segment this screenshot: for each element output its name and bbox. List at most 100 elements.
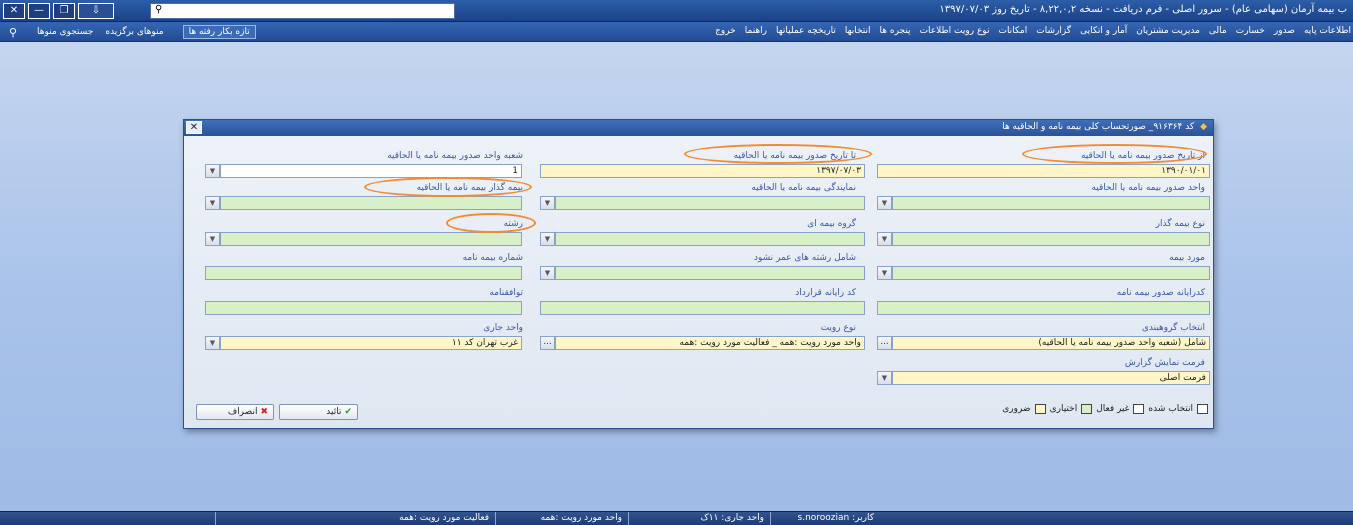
insurance-subject-label: مورد بیمه	[1169, 253, 1205, 263]
status-bar: کاربر: s.noroozian واحد جاری: ۱۱ک واحد م…	[0, 511, 1353, 525]
menu-item-statistics[interactable]: آمار و اتکایی	[1080, 26, 1127, 36]
chevron-down-icon: ▼	[881, 235, 888, 243]
report-icon: ◆	[1200, 122, 1207, 132]
agreement-input[interactable]	[205, 301, 522, 315]
policyholder-type-input[interactable]	[892, 232, 1210, 246]
report-format-label: فرمت نمایش گزارش	[1124, 358, 1205, 368]
issuer-branch-label: شعبه واحد صدور بیمه نامه یا الحاقیه	[387, 151, 523, 161]
contract-code-label: کد رایانه قرارداد	[795, 288, 856, 298]
window-close-button[interactable]: ✕	[3, 3, 25, 19]
from-date-label: از تاریخ صدور بیمه نامه یا الحاقیه	[1080, 151, 1205, 161]
view-type-label: نوع رویت	[820, 323, 856, 333]
menu-item-selections[interactable]: انتخابها	[845, 26, 871, 36]
line-dropdown[interactable]: ▼	[205, 232, 220, 246]
issuing-unit-label: واحد صدور بیمه نامه یا الحاقیه	[1091, 183, 1205, 193]
legend-optional: اختیاری	[1050, 404, 1093, 414]
dialog-close-button[interactable]: ✕	[186, 121, 202, 134]
window-minimize-button[interactable]: —	[28, 3, 50, 19]
issuing-unit-input[interactable]	[892, 196, 1210, 210]
current-unit-dropdown[interactable]: ▼	[205, 336, 220, 350]
issue-code-input[interactable]	[877, 301, 1210, 315]
menu-left-group: ⚲ جستجوی منوها منوهای برگزیده تازه بکار …	[9, 25, 256, 39]
menu-item-financial[interactable]: مالی	[1209, 26, 1227, 36]
policyholder-type-label: نوع بیمه گذار	[1155, 219, 1205, 229]
legend-swatch-required	[1034, 404, 1046, 414]
menu-item-help[interactable]: راهنما	[745, 26, 767, 36]
from-date-input[interactable]: ۱۳۹۰/۰۱/۰۱	[877, 164, 1210, 178]
status-current-unit: واحد جاری: ۱۱ک	[628, 512, 770, 525]
excluded-lines-input[interactable]	[555, 266, 865, 280]
menu-bar: ⚲ جستجوی منوها منوهای برگزیده تازه بکار …	[0, 22, 1353, 42]
issuer-branch-dropdown[interactable]: ▼	[205, 164, 220, 178]
report-format-dropdown[interactable]: ▼	[877, 371, 892, 385]
report-dialog: ✕ ◆ کد ۹۱۶۳۶۴_ صورتحساب کلی بیمه نامه و …	[183, 119, 1214, 429]
status-activity: فعالیت مورد رویت :همه	[215, 512, 495, 525]
excluded-lines-dropdown[interactable]: ▼	[540, 266, 555, 280]
dialog-title: ◆ کد ۹۱۶۳۶۴_ صورتحساب کلی بیمه نامه و ال…	[1002, 122, 1207, 132]
menu-right-group: اطلاعات پایه صدور خسارت مالی مدیریت مشتر…	[715, 26, 1351, 36]
excluded-lines-label: شامل رشته های عمر نشود	[753, 253, 856, 263]
menu-item-search-menus[interactable]: جستجوی منوها	[34, 26, 96, 38]
menu-search-icon[interactable]: ⚲	[6, 25, 20, 40]
insurance-subject-input[interactable]	[892, 266, 1210, 280]
legend-label-inactive: غیر فعال	[1096, 404, 1130, 414]
menu-item-issuance[interactable]: صدور	[1274, 26, 1295, 36]
line-input[interactable]	[220, 232, 522, 246]
menu-item-exit[interactable]: خروج	[715, 26, 736, 36]
status-user: کاربر: s.noroozian	[770, 512, 880, 525]
title-search-input[interactable]: ⚲	[150, 3, 455, 19]
confirm-label: تائید	[326, 407, 342, 417]
legend-label-required: ضروری	[1002, 404, 1031, 414]
status-view-unit: واحد مورد رویت :همه	[495, 512, 628, 525]
insurance-group-label: گروه بیمه ای	[807, 219, 856, 229]
issuer-branch-input[interactable]: 1	[220, 164, 522, 178]
menu-item-view-type[interactable]: نوع رویت اطلاعات	[920, 26, 990, 36]
insurance-subject-dropdown[interactable]: ▼	[877, 266, 892, 280]
legend-selected: انتخاب شده	[1148, 404, 1208, 414]
menu-item-base-info[interactable]: اطلاعات پایه	[1304, 26, 1351, 36]
issuing-unit-dropdown[interactable]: ▼	[877, 196, 892, 210]
menu-item-crm[interactable]: مدیریت مشتریان	[1136, 26, 1200, 36]
window-title-bar: ✕ — ❐ ⇩ ⚲ ب بیمه آرمان (سهامی عام) - سرو…	[0, 0, 1353, 22]
window-restore-button[interactable]: ❐	[53, 3, 75, 19]
dialog-title-text: کد ۹۱۶۳۶۴_ صورتحساب کلی بیمه نامه و الحا…	[1002, 122, 1195, 132]
current-unit-label: واحد جاری	[483, 323, 523, 333]
check-icon: ✔	[344, 407, 352, 417]
chevron-down-icon: ▼	[209, 235, 216, 243]
menu-item-reports[interactable]: گزارشات	[1036, 26, 1071, 36]
window-controls: ✕ — ❐ ⇩	[3, 3, 114, 19]
window-pin-button[interactable]: ⇩	[78, 3, 114, 19]
cancel-button[interactable]: ✖انصراف	[196, 404, 274, 420]
to-date-input[interactable]: ۱۳۹۷/۰۷/۰۳	[540, 164, 865, 178]
policyholder-type-dropdown[interactable]: ▼	[877, 232, 892, 246]
menu-item-favorites[interactable]: منوهای برگزیده	[102, 26, 166, 38]
agency-dropdown[interactable]: ▼	[540, 196, 555, 210]
policy-number-input[interactable]	[205, 266, 522, 280]
chevron-down-icon: ▼	[544, 199, 551, 207]
policyholder-dropdown[interactable]: ▼	[205, 196, 220, 210]
grouping-picker-button[interactable]: ...	[877, 336, 892, 350]
issue-code-label: کدرایانه صدور بیمه نامه	[1116, 288, 1205, 298]
legend-required: ضروری	[1002, 404, 1046, 414]
legend-inactive: غیر فعال	[1096, 404, 1145, 414]
menu-item-windows[interactable]: پنجره ها	[880, 26, 911, 36]
report-format-input[interactable]: فرمت اصلی	[892, 371, 1210, 385]
view-type-picker-button[interactable]: ...	[540, 336, 555, 350]
to-date-label: تا تاریخ صدور بیمه نامه یا الحاقیه	[733, 151, 856, 161]
menu-item-recent[interactable]: تازه بکار رفته ها	[182, 25, 256, 39]
agency-input[interactable]	[555, 196, 865, 210]
insurance-group-input[interactable]	[555, 232, 865, 246]
chevron-down-icon: ▼	[209, 339, 216, 347]
insurance-group-dropdown[interactable]: ▼	[540, 232, 555, 246]
menu-item-tools[interactable]: امکانات	[998, 26, 1027, 36]
contract-code-input[interactable]	[540, 301, 865, 315]
menu-item-claims[interactable]: خسارت	[1236, 26, 1265, 36]
current-unit-input[interactable]: غرب تهران کد ۱۱	[220, 336, 522, 350]
grouping-input[interactable]: شامل (شعبه واحد صدور بیمه نامه یا الحاقی…	[892, 336, 1210, 350]
grouping-label: انتخاب گروهبندی	[1141, 323, 1205, 333]
menu-item-history[interactable]: تاریخچه عملیاتها	[776, 26, 836, 36]
confirm-button[interactable]: ✔تائید	[279, 404, 358, 420]
chevron-down-icon: ▼	[544, 269, 551, 277]
policyholder-input[interactable]	[220, 196, 522, 210]
view-type-input[interactable]: واحد مورد رویت :همه _ فعالیت مورد رویت :…	[555, 336, 865, 350]
